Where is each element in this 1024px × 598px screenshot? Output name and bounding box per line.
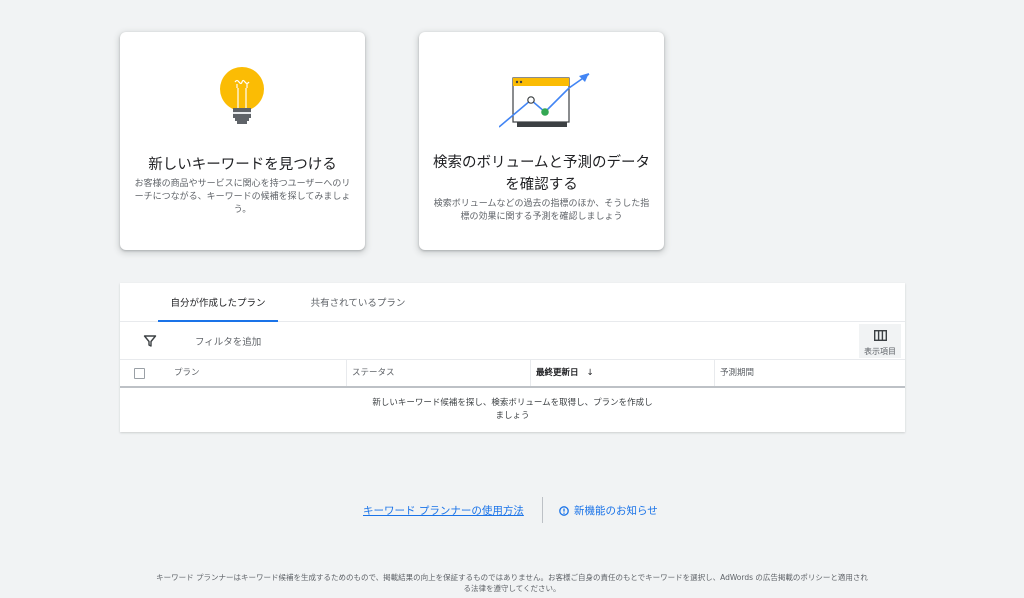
tab-my-plans[interactable]: 自分が作成したプラン [158,283,278,322]
whats-new-link[interactable]: 新機能のお知らせ [559,503,658,518]
card-title: 新しいキーワードを見つける [148,157,337,173]
header-plan[interactable]: プラン [174,360,344,386]
keyword-planner-page: 新しいキーワードを見つける お客様の商品やサービスに関心を持つユーザーへのリーチ… [0,0,1024,598]
columns-button[interactable]: 表示項目 [859,324,901,358]
table-header: プラン ステータス 最終更新日 ↓ 予測期間 [120,360,905,388]
filter-icon[interactable] [143,334,157,348]
filter-bar: フィルタを追加 表示項目 [120,322,905,360]
select-all-checkbox[interactable] [134,368,145,379]
howto-link[interactable]: キーワード プランナーの使用方法 [363,503,524,518]
header-last-modified[interactable]: 最終更新日 ↓ [530,360,716,386]
empty-line-1: 新しいキーワード候補を探し、検索ボリュームを取得し、プランを作成し [372,398,653,408]
trend-chart-icon [498,70,593,134]
header-last-modified-label: 最終更新日 [536,368,579,378]
disclaimer-line-1: キーワード プランナーはキーワード候補を生成するためのもので、掲載結果の向上を保… [156,573,868,582]
whats-new-label: 新機能のお知らせ [574,505,658,517]
disclaimer-line-2: る法律を遵守してください。 [463,584,561,593]
card-title: 検索のボリュームと予測のデータを確認する [432,155,651,193]
empty-line-2: ましょう [495,411,530,421]
discover-keywords-card[interactable]: 新しいキーワードを見つける お客様の商品やサービスに関心を持つユーザーへのリーチ… [120,32,365,250]
lightbulb-icon [218,66,268,134]
search-volume-forecast-card[interactable]: 検索のボリュームと予測のデータを確認する 検索ボリュームなどの過去の指標のほか、… [419,32,664,250]
arrow-down-icon: ↓ [586,368,594,378]
empty-state-message: 新しいキーワード候補を探し、検索ボリュームを取得し、プランを作成し ましょう [120,397,905,423]
card-description: お客様の商品やサービスに関心を持つユーザーへのリーチにつながる、キーワードの候補… [134,179,351,215]
header-forecast-period[interactable]: 予測期間 [714,360,905,386]
tab-shared-plans[interactable]: 共有されているプラン [298,283,418,321]
columns-label: 表示項目 [864,347,896,356]
columns-icon [874,330,887,341]
disclaimer-text: キーワード プランナーはキーワード候補を生成するためのもので、掲載結果の向上を保… [110,572,914,594]
help-links: キーワード プランナーの使用方法 新機能のお知らせ [0,497,1024,523]
card-description: 検索ボリュームなどの過去の指標のほか、そうした指標の効果に関する予測を確認しまし… [433,199,650,222]
plans-tabs: 自分が作成したプラン 共有されているプラン [120,283,905,322]
divider [542,497,543,523]
add-filter-button[interactable]: フィルタを追加 [195,334,261,348]
header-status[interactable]: ステータス [346,360,535,386]
info-icon [559,506,569,516]
plans-panel: 自分が作成したプラン 共有されているプラン フィルタを追加 表示項目 プラン ス… [120,283,905,432]
